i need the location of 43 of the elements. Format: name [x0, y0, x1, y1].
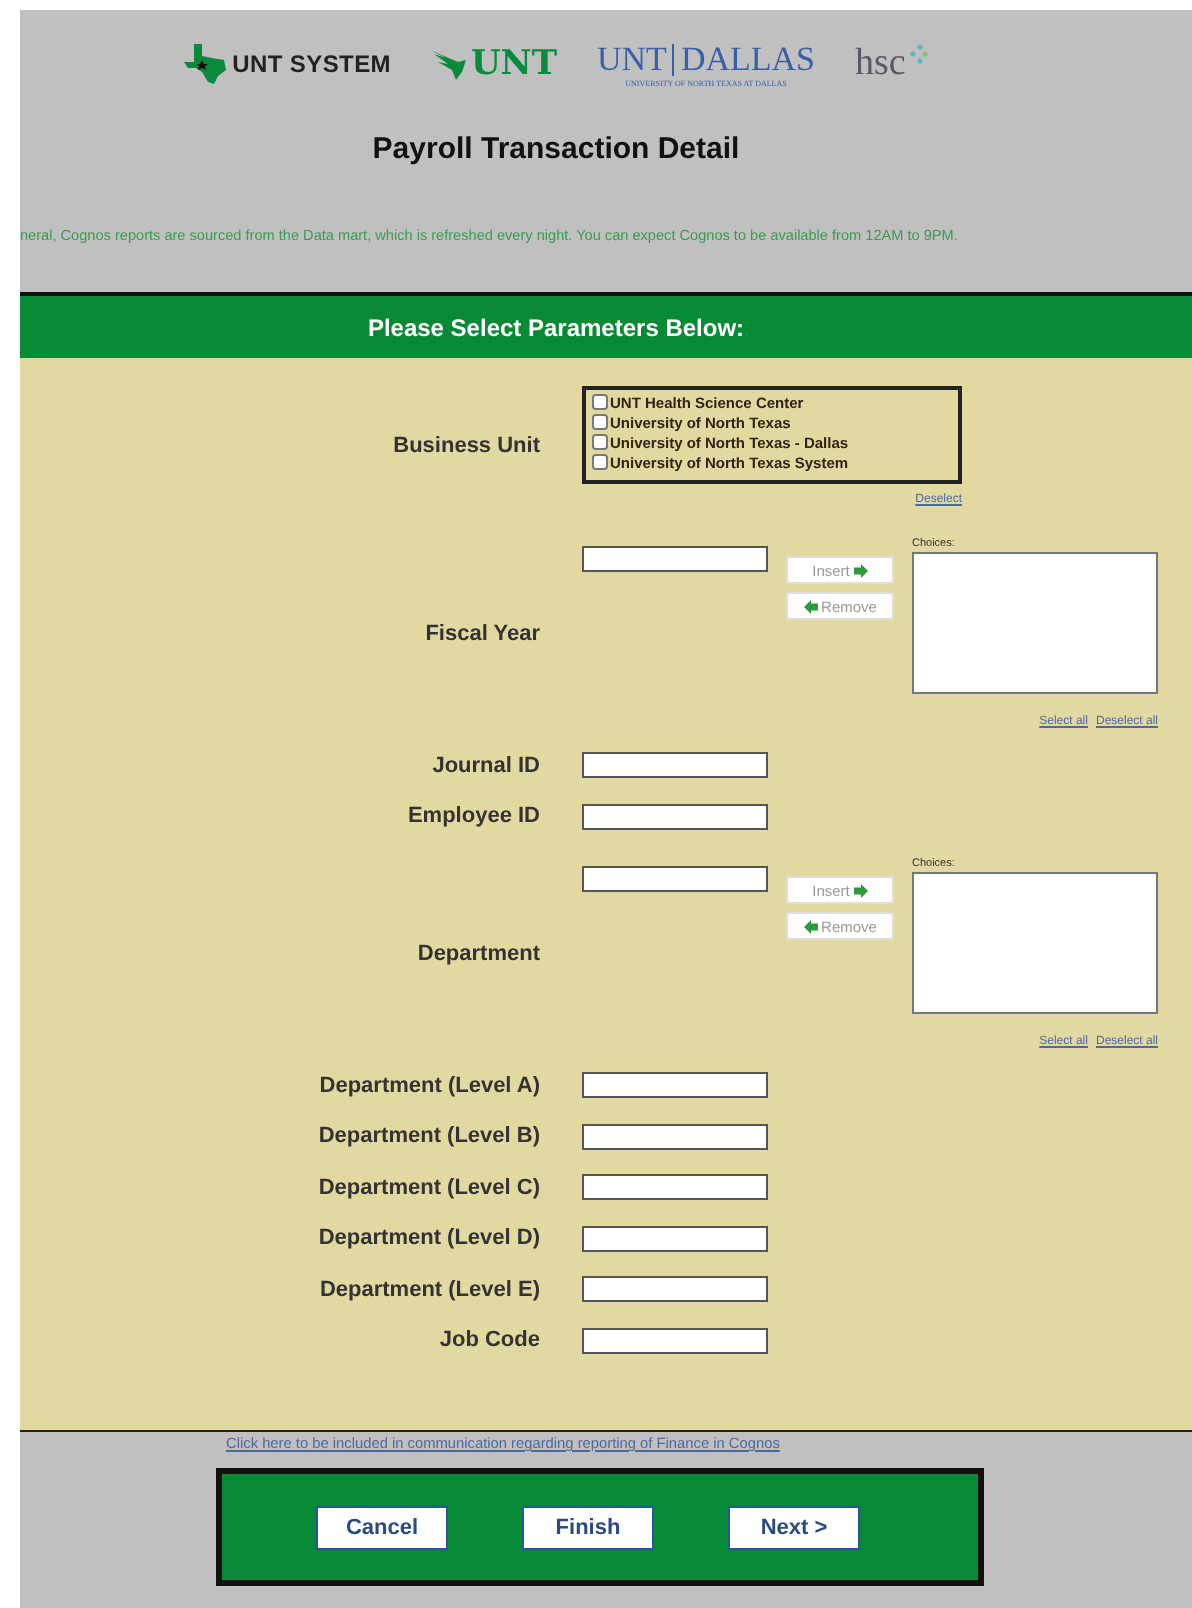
right-arrow-icon [853, 563, 868, 577]
field-label: Department (Level B) [316, 1124, 540, 1149]
field-label: Employee ID [405, 804, 540, 829]
page-title: Payroll Transaction Detail [370, 132, 742, 168]
nav-button[interactable]: Finish [522, 1505, 654, 1549]
text-field[interactable] [582, 1225, 768, 1252]
unt-logo: UNT [470, 44, 557, 84]
left-arrow-icon [803, 919, 818, 933]
field-label: Department (Level D) [316, 1226, 540, 1251]
text-field[interactable] [582, 1123, 768, 1150]
hsc-logo: hsc [855, 42, 906, 86]
dallas-logo: DALLAS [680, 41, 816, 77]
text-field[interactable] [582, 803, 768, 830]
field-label: Fiscal Year [423, 621, 540, 645]
parameters-header: Please Select Parameters Below: [20, 292, 1192, 358]
choices-list[interactable] [912, 872, 1158, 1014]
text-field[interactable] [582, 1072, 768, 1099]
checkbox[interactable] [592, 414, 608, 430]
field-label: Department (Level E) [317, 1277, 540, 1302]
nav-button[interactable]: Cancel [316, 1505, 448, 1549]
value-field[interactable] [582, 866, 768, 892]
choices-list[interactable] [912, 552, 1158, 694]
field-label: Business Unit [391, 434, 540, 458]
field-label: Department (Level C) [316, 1175, 540, 1200]
text-field[interactable] [582, 1276, 768, 1303]
field-label: Department (Level A) [317, 1073, 540, 1098]
unt-system-logo: UNT SYSTEM [232, 50, 391, 78]
text-field[interactable] [582, 752, 768, 779]
unt-logo: UNT [597, 41, 667, 77]
nav-button[interactable]: Next > [728, 1505, 860, 1549]
checkbox[interactable] [592, 454, 608, 470]
left-arrow-icon [803, 599, 818, 613]
text-field[interactable] [582, 1174, 768, 1201]
field-label: Job Code [437, 1328, 540, 1353]
checkbox[interactable] [592, 394, 608, 410]
dots-icon [909, 44, 928, 64]
field-label: Department [415, 941, 540, 965]
field-label: Journal ID [430, 753, 540, 778]
text-field[interactable] [582, 1327, 768, 1354]
checkbox[interactable] [592, 434, 608, 450]
value-field[interactable] [582, 546, 768, 572]
texas-icon [184, 44, 229, 84]
right-arrow-icon [853, 883, 868, 897]
